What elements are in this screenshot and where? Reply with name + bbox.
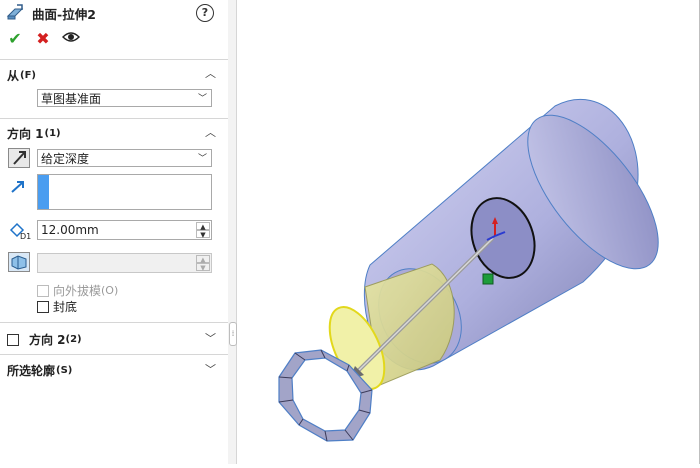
- splitter-grip-icon[interactable]: ⁞: [229, 322, 237, 346]
- svg-text:D1: D1: [20, 232, 31, 240]
- direction1-section-title: 方向 1: [7, 127, 44, 141]
- selected-contours-section-header[interactable]: 所选轮廓 (S): [7, 362, 72, 379]
- property-manager-panel: 曲面-拉伸2 ? ✔ ✖ 从 (F) ︿ 草图基准面 ﹀ 方向 1 (1) ︿: [0, 0, 229, 464]
- divider: [0, 322, 228, 323]
- cancel-button[interactable]: ✖: [34, 30, 52, 48]
- checkbox-box: [37, 284, 49, 297]
- model-view: [278, 99, 659, 442]
- help-icon[interactable]: ?: [196, 4, 214, 22]
- draft-angle-spinner[interactable]: ▲ ▼: [196, 255, 210, 272]
- direction2-checkbox[interactable]: [7, 333, 19, 346]
- selected-contours-title: 所选轮廓: [7, 364, 56, 378]
- action-buttons: ✔ ✖: [6, 30, 80, 48]
- checkbox-box: [37, 300, 49, 313]
- expand-chevron-icon[interactable]: ﹀: [205, 364, 216, 375]
- start-condition-select[interactable]: 草图基准面 ﹀: [37, 89, 212, 107]
- cap-end-checkbox[interactable]: 封底: [37, 298, 77, 315]
- reverse-direction-button[interactable]: [8, 148, 30, 168]
- graphics-area[interactable]: [237, 0, 699, 464]
- sketch-origin-icon: [482, 273, 494, 285]
- reverse-direction-icon: [13, 151, 26, 165]
- direction2-section-title: 方向 2: [29, 333, 66, 347]
- direction-of-extrusion-selection[interactable]: [37, 174, 212, 210]
- draft-outward-label: 向外拔模: [53, 284, 102, 298]
- depth-input[interactable]: 12.00mm ▲ ▼: [37, 220, 212, 240]
- eye-icon: [62, 32, 80, 42]
- end-condition-value: 给定深度: [41, 152, 90, 166]
- feature-title-row: 曲面-拉伸2: [6, 4, 96, 22]
- selected-contours-shortcut: (S): [56, 365, 73, 376]
- draft-outward-checkbox[interactable]: 向外拔模 (O): [37, 282, 118, 299]
- from-section-shortcut: (F): [20, 70, 36, 81]
- divider: [0, 59, 228, 60]
- from-section-header[interactable]: 从 (F): [7, 67, 36, 84]
- chevron-down-icon: ﹀: [197, 94, 207, 104]
- direction1-section-shortcut: (1): [44, 128, 61, 139]
- divider: [0, 354, 228, 355]
- panel-splitter[interactable]: ⁞: [228, 0, 237, 464]
- direction-vector-icon: [11, 181, 24, 193]
- depth-icon: D1: [9, 222, 31, 240]
- draft-icon: [11, 255, 27, 270]
- feature-title: 曲面-拉伸2: [32, 6, 96, 22]
- selection-highlight: [38, 175, 49, 209]
- start-condition-value: 草图基准面: [41, 92, 102, 106]
- draft-outward-shortcut: (O): [101, 284, 119, 297]
- draft-on-off-button[interactable]: [8, 252, 30, 272]
- divider: [0, 118, 228, 119]
- collapse-chevron-icon[interactable]: ︿: [205, 127, 216, 138]
- chevron-down-icon: ﹀: [197, 154, 207, 164]
- collapse-chevron-icon[interactable]: ︿: [205, 68, 216, 79]
- direction2-section-header[interactable]: 方向 2 (2): [7, 331, 82, 348]
- direction2-section-shortcut: (2): [65, 334, 82, 345]
- ok-button[interactable]: ✔: [6, 30, 24, 48]
- detailed-preview-button[interactable]: [62, 30, 80, 48]
- direction1-section-header[interactable]: 方向 1 (1): [7, 125, 61, 142]
- expand-chevron-icon[interactable]: ﹀: [205, 333, 216, 344]
- extruded-surface-icon: [6, 4, 24, 20]
- cap-end-label: 封底: [53, 300, 78, 314]
- from-section-title: 从: [7, 69, 20, 83]
- draft-angle-input[interactable]: ▲ ▼: [37, 253, 212, 273]
- depth-value: 12.00mm: [41, 223, 99, 237]
- depth-spinner[interactable]: ▲ ▼: [196, 222, 210, 239]
- end-condition-select[interactable]: 给定深度 ﹀: [37, 149, 212, 167]
